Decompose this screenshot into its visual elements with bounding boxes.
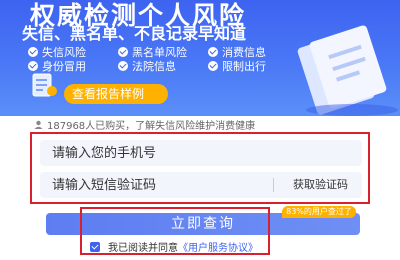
check-icon: [28, 47, 38, 57]
sms-code-field[interactable]: 获取验证码: [40, 172, 362, 198]
hero-banner: 权威检测个人风险 失信、黑名单、不良记录早知道 失信风险 黑名单风险 消费信息 …: [0, 0, 400, 116]
service-agreement-link[interactable]: 《用户服务协议》: [178, 243, 258, 254]
sms-code-input[interactable]: [40, 172, 252, 198]
agreement-row: 我已阅读并同意《用户服务协议》: [90, 242, 258, 256]
check-icon: [28, 61, 38, 71]
check-icon: [118, 47, 128, 57]
phone-input[interactable]: [40, 140, 252, 166]
check-icon: [118, 61, 128, 71]
report-document-icon: [32, 73, 57, 97]
agree-checkbox[interactable]: [90, 242, 100, 252]
feature-item: 失信风险: [28, 46, 86, 59]
phone-field[interactable]: [40, 140, 362, 166]
feature-item: 法院信息: [118, 60, 176, 73]
check-icon: [208, 47, 218, 57]
feature-item: 限制出行: [208, 60, 266, 73]
document-illustration-icon: [297, 25, 398, 116]
users-badge: 83%的用户查过了: [282, 206, 356, 218]
feature-item: 黑名单风险: [118, 46, 187, 59]
agreement-text: 我已阅读并同意: [108, 243, 178, 254]
feature-item: 消费信息: [208, 46, 266, 59]
divider: [273, 178, 274, 192]
view-sample-report-button[interactable]: 查看报告样例: [64, 84, 168, 104]
get-code-button[interactable]: 获取验证码: [293, 172, 348, 198]
banner-subtitle: 失信、黑名单、不良记录早知道: [22, 24, 247, 43]
check-icon: [208, 61, 218, 71]
